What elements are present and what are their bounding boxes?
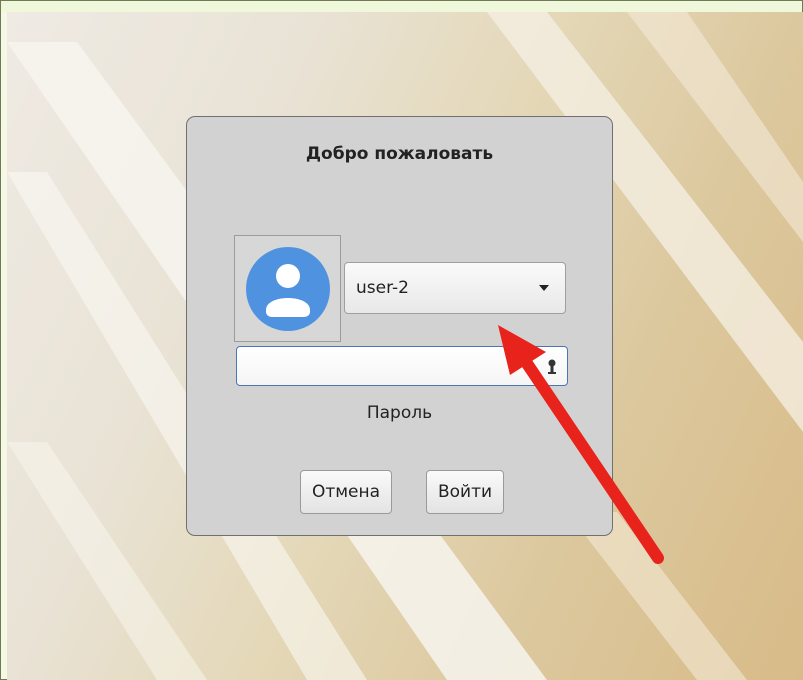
key-lock-icon	[548, 359, 556, 374]
login-dialog: Добро пожаловать user-2 Пароль Отмена Во…	[186, 116, 613, 536]
password-field[interactable]	[236, 346, 568, 386]
user-select[interactable]: user-2	[344, 262, 566, 314]
cancel-button[interactable]: Отмена	[300, 470, 392, 514]
dropdown-caret-icon	[539, 285, 549, 291]
top-strip	[1, 1, 802, 12]
password-input[interactable]	[243, 354, 537, 380]
dialog-title: Добро пожаловать	[305, 144, 494, 164]
user-avatar-icon	[246, 247, 330, 331]
password-label: Пароль	[366, 403, 433, 423]
login-button[interactable]: Войти	[426, 470, 504, 514]
avatar	[234, 235, 341, 342]
user-select-value: user-2	[356, 278, 409, 298]
